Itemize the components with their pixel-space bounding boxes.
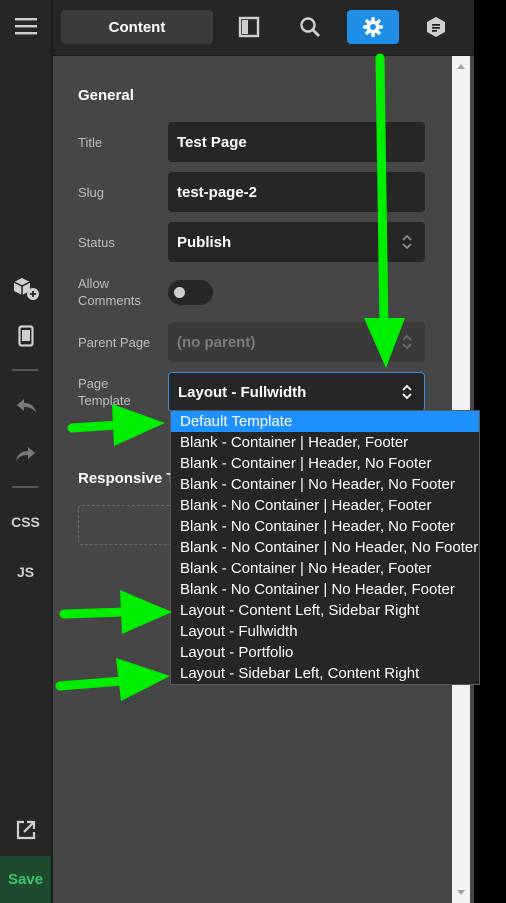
scroll-up-icon[interactable]	[457, 64, 465, 69]
search-icon[interactable]	[284, 10, 336, 44]
dropdown-option[interactable]: Layout - Sidebar Left, Content Right	[171, 663, 479, 684]
rail-divider	[12, 369, 38, 371]
status-label: Status	[78, 235, 115, 250]
add-block-icon[interactable]	[0, 272, 51, 304]
dropdown-option[interactable]: Blank - No Container | No Header, Footer	[171, 579, 479, 600]
status-select[interactable]: Publish	[168, 222, 425, 262]
tab-content[interactable]: Content	[61, 10, 213, 44]
js-label: JS	[16, 564, 35, 580]
page-template-value: Layout - Fullwidth	[178, 383, 307, 401]
slug-input[interactable]: test-page-2	[168, 172, 425, 212]
template-badge-icon[interactable]	[410, 10, 462, 44]
redo-icon[interactable]	[0, 438, 51, 470]
responsive-dropzone[interactable]	[78, 505, 174, 545]
settings-gear-icon[interactable]	[347, 10, 399, 44]
dropdown-option[interactable]: Layout - Portfolio	[171, 642, 479, 663]
top-toolbar: Content	[53, 0, 474, 56]
dropdown-option[interactable]: Default Template	[171, 411, 479, 432]
title-label: Title	[78, 135, 103, 150]
select-chevrons-icon	[402, 234, 412, 250]
dropdown-option[interactable]: Layout - Fullwidth	[171, 621, 479, 642]
css-label: CSS	[11, 514, 40, 530]
rail-divider	[12, 486, 38, 488]
allow-comments-toggle[interactable]	[168, 280, 213, 305]
js-button[interactable]: JS	[0, 558, 51, 586]
toggle-knob	[174, 287, 185, 298]
dropdown-option[interactable]: Blank - No Container | Header, Footer	[171, 495, 479, 516]
select-chevrons-icon	[402, 334, 412, 350]
css-button[interactable]: CSS	[0, 508, 51, 536]
scroll-down-icon[interactable]	[457, 890, 465, 895]
page-template-label: Page Template	[78, 376, 131, 408]
page-template-select[interactable]: Layout - Fullwidth	[168, 372, 425, 412]
left-rail: CSS JS Save	[0, 0, 53, 903]
select-chevrons-icon	[402, 384, 412, 400]
dropdown-option[interactable]: Blank - Container | No Header, No Footer	[171, 474, 479, 495]
external-link-icon[interactable]	[0, 815, 51, 845]
dropdown-option[interactable]: Blank - Container | Header, Footer	[171, 432, 479, 453]
dropdown-option[interactable]: Layout - Content Left, Sidebar Right	[171, 600, 479, 621]
parent-page-label: Parent Page	[78, 335, 151, 350]
layout-panel-icon[interactable]	[223, 10, 275, 44]
status-value: Publish	[177, 233, 232, 251]
allow-comments-label: Allow Comments	[78, 276, 141, 308]
dropdown-option[interactable]: Blank - No Container | No Header, No Foo…	[171, 537, 479, 558]
parent-page-select[interactable]: (no parent)	[168, 322, 425, 362]
dropdown-option[interactable]: Blank - No Container | Header, No Footer	[171, 516, 479, 537]
undo-icon[interactable]	[0, 390, 51, 422]
title-input[interactable]: Test Page	[168, 122, 425, 162]
save-button[interactable]: Save	[0, 856, 51, 903]
slug-label: Slug	[78, 185, 105, 200]
page-template-dropdown: Default Template Blank - Container | Hea…	[170, 410, 480, 685]
dropdown-option[interactable]: Blank - Container | Header, No Footer	[171, 453, 479, 474]
dropdown-option[interactable]: Blank - Container | No Header, Footer	[171, 558, 479, 579]
mobile-preview-icon[interactable]	[0, 320, 51, 352]
general-section-title: General	[78, 87, 134, 104]
responsive-section-title: Responsive To	[78, 470, 184, 487]
parent-page-value: (no parent)	[177, 333, 256, 351]
menu-icon[interactable]	[0, 10, 51, 42]
